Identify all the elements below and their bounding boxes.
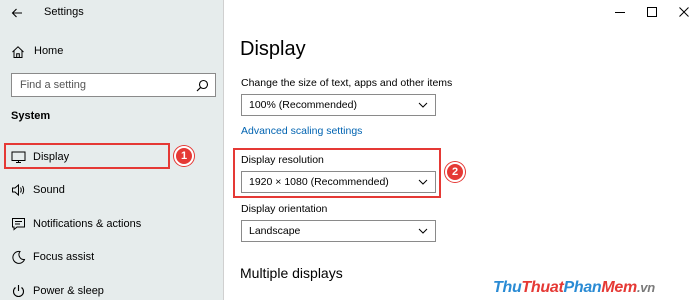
close-button[interactable] <box>668 0 700 24</box>
annotation-marker-1: 1 <box>174 146 194 166</box>
orientation-label: Display orientation <box>241 203 328 215</box>
back-arrow-icon <box>11 8 22 18</box>
sidebar-item-sound[interactable]: Sound <box>0 175 223 205</box>
sidebar-home[interactable]: Home <box>0 40 223 64</box>
notification-icon <box>12 218 25 231</box>
orientation-dropdown[interactable]: Landscape <box>241 220 436 242</box>
maximize-button[interactable] <box>636 0 668 24</box>
scale-value: 100% (Recommended) <box>249 99 357 111</box>
minimize-button[interactable] <box>604 0 636 24</box>
chevron-down-icon <box>418 228 428 234</box>
scale-label: Change the size of text, apps and other … <box>241 77 453 89</box>
sidebar-item-focus-assist[interactable]: Focus assist <box>0 242 223 272</box>
sidebar-item-power-sleep[interactable]: Power & sleep <box>0 276 223 300</box>
scale-dropdown[interactable]: 100% (Recommended) <box>241 94 436 116</box>
sidebar-item-label: Focus assist <box>33 251 95 263</box>
power-icon <box>13 285 24 298</box>
home-icon <box>12 46 24 58</box>
multiple-displays-heading: Multiple displays <box>240 265 343 281</box>
search-icon[interactable] <box>196 79 209 92</box>
watermark-logo: ThuThuatPhanMem.vn <box>493 279 655 296</box>
window-controls <box>604 0 700 24</box>
search-box[interactable] <box>11 73 216 97</box>
display-highlight-box <box>4 143 170 169</box>
title-bar: Settings <box>0 0 223 26</box>
close-icon <box>679 7 689 17</box>
sidebar-item-notifications[interactable]: Notifications & actions <box>0 209 223 239</box>
chevron-down-icon <box>418 102 428 108</box>
sidebar-item-label: Power & sleep <box>33 285 104 297</box>
back-button[interactable] <box>7 4 27 22</box>
resolution-highlight-box <box>233 148 441 198</box>
minimize-icon <box>615 12 625 13</box>
sidebar-home-label: Home <box>34 45 64 57</box>
speaker-icon <box>12 183 25 197</box>
window-title: Settings <box>44 6 84 18</box>
advanced-scaling-link[interactable]: Advanced scaling settings <box>241 125 362 137</box>
sidebar-section-heading: System <box>11 110 51 122</box>
sidebar-item-label: Notifications & actions <box>33 218 142 230</box>
maximize-icon <box>647 7 657 17</box>
sidebar-item-label: Sound <box>33 184 65 196</box>
orientation-value: Landscape <box>249 225 301 237</box>
annotation-marker-2: 2 <box>445 162 465 182</box>
moon-icon <box>12 250 26 264</box>
search-input[interactable] <box>12 74 192 96</box>
page-title: Display <box>240 38 306 60</box>
